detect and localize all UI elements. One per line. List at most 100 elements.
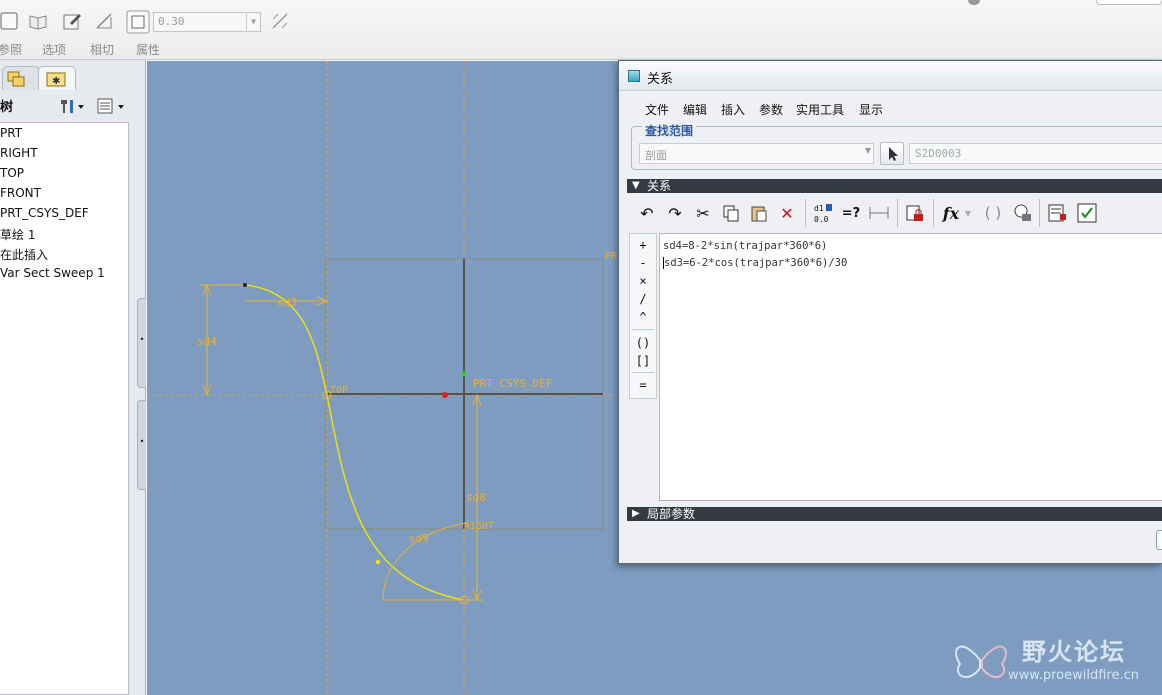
layers-icon (7, 71, 25, 87)
toolbar-separator (805, 199, 806, 227)
dialog-app-icon (628, 70, 640, 82)
label-csys: PRT_CSYS_DEF (473, 377, 552, 390)
collapse-triangle-icon: ▼ (632, 180, 640, 191)
status-dot-icon (968, 0, 980, 5)
relations-section-header[interactable]: ▼ 关系 (627, 179, 1162, 193)
corner-control[interactable] (1096, 0, 1162, 5)
relation-line-text: sd3=6-2*cos(trajpar*360*6)/30 (664, 257, 848, 269)
tree-item-right[interactable]: RIGHT (0, 146, 38, 160)
reference-icon[interactable] (0, 11, 20, 31)
copy-icon[interactable] (717, 197, 745, 229)
tree-item-var-sect-sweep[interactable]: Var Sect Sweep 1 (0, 266, 105, 280)
scope-type-select[interactable]: 剖面 ▼ (639, 143, 874, 164)
tab-model-tree[interactable] (2, 66, 40, 90)
expand-triangle-icon: ▶ (632, 508, 640, 519)
mid-point[interactable] (375, 559, 381, 565)
op-divide-button[interactable]: / (630, 292, 656, 306)
sort-relations-icon[interactable] (1043, 197, 1071, 229)
tab-properties[interactable]: 属性 (136, 41, 160, 58)
flip-icon[interactable] (270, 11, 290, 31)
model-tree-panel: ✱ 树 PRT RIGHT TOP FRONT PRT_CSYS_DEF 草绘 … (0, 60, 146, 695)
verify-icon[interactable] (1009, 197, 1037, 229)
relation-line[interactable]: sd3=6-2*cos(trajpar*360*6)/30 (663, 255, 1160, 272)
tree-item-front[interactable]: FRONT (0, 186, 41, 200)
splitter-handle-lower[interactable]: • (137, 400, 146, 490)
toolbar-separator (933, 199, 934, 227)
tree-item-top[interactable]: TOP (0, 166, 24, 180)
label-right: RIGHT (464, 521, 494, 532)
paste-icon[interactable] (745, 197, 773, 229)
op-power-button[interactable]: ^ (630, 310, 656, 324)
select-pointer-button[interactable] (880, 142, 904, 165)
dim-sd8[interactable]: sd8 (466, 491, 486, 504)
tab-options[interactable]: 选项 (42, 41, 66, 58)
chevron-down-icon[interactable]: ▼ (246, 13, 260, 31)
dim-sd4[interactable]: sd4 (197, 335, 217, 348)
cut-icon[interactable]: ✂ (689, 197, 717, 229)
svg-text:✱: ✱ (52, 76, 60, 87)
tree-item-insert-here[interactable]: 在此插入 (0, 246, 48, 263)
tab-favorites[interactable]: ✱ (38, 66, 76, 90)
trajectory-curve[interactable] (244, 284, 465, 601)
thickness-input[interactable]: 0.30 ▼ (153, 12, 261, 32)
switch-dims-icon[interactable]: d1 0.0 (809, 197, 837, 229)
scope-id-field[interactable]: S2D0003 (909, 143, 1162, 164)
op-plus-button[interactable]: + (630, 238, 656, 252)
local-params-section-header[interactable]: ▶ 局部参数 (627, 507, 1162, 521)
verify-checkbox-icon[interactable] (1073, 197, 1101, 229)
undo-icon[interactable]: ↶ (633, 197, 661, 229)
dim-sd3[interactable]: sd3 (277, 296, 297, 309)
menu-file[interactable]: 文件 (645, 101, 669, 118)
tangent-icon[interactable] (94, 11, 114, 31)
thicken-icon[interactable] (126, 10, 150, 34)
tree-settings-icon[interactable] (58, 97, 86, 119)
tree-columns-icon[interactable] (96, 97, 128, 119)
relations-dialog: 关系 文件 编辑 插入 参数 实用工具 显示 查找范围 剖面 ▼ S2D0003… (618, 60, 1162, 564)
dialog-title: 关系 (647, 72, 674, 87)
cursor-icon (889, 147, 898, 161)
chevron-down-icon[interactable]: ▼ (865, 146, 871, 155)
menu-parameters[interactable]: 参数 (759, 101, 783, 118)
book-icon[interactable] (28, 11, 48, 31)
scope-title: 查找范围 (642, 122, 697, 139)
op-parentheses-button[interactable]: () (630, 336, 656, 350)
op-multiply-button[interactable]: × (630, 274, 656, 288)
start-point[interactable] (243, 283, 247, 287)
edit-sketch-icon[interactable] (62, 11, 82, 31)
menu-utilities[interactable]: 实用工具 (796, 101, 844, 118)
evaluate-icon[interactable]: =? (837, 197, 865, 229)
relations-toolbar: ↶ ↷ ✂ ✕ d1 0.0 =? fx ▼ ( ) (629, 197, 1162, 231)
panel-title: 树 (0, 100, 14, 115)
lock-icon[interactable] (901, 197, 929, 229)
tree-item-csys[interactable]: PRT_CSYS_DEF (0, 206, 89, 220)
delete-icon[interactable]: ✕ (773, 197, 801, 229)
operator-palette: + - × / ^ () [] = (629, 233, 657, 399)
dim-sd9[interactable]: sd9 (409, 532, 429, 545)
local-params-label: 局部参数 (647, 507, 696, 521)
measure-icon[interactable] (865, 197, 893, 229)
tab-references[interactable]: 参照 (0, 41, 22, 58)
splitter-handle[interactable]: • (137, 298, 146, 388)
op-brackets-button[interactable]: [] (630, 354, 656, 368)
csys-y-point (461, 371, 467, 377)
redo-icon[interactable]: ↷ (661, 197, 689, 229)
parentheses-icon[interactable]: ( ) (979, 197, 1007, 229)
tree-item-prt[interactable]: PRT (0, 126, 22, 140)
tab-tangency[interactable]: 相切 (90, 41, 114, 58)
forum-watermark: 野火论坛 www.proewildfire.cn (950, 628, 1156, 690)
tree-item-sketch[interactable]: 草绘 1 (0, 226, 35, 243)
menu-edit[interactable]: 编辑 (683, 101, 707, 118)
relation-line[interactable]: sd4=8-2*sin(trajpar*360*6) (663, 238, 1160, 255)
dialog-titlebar[interactable]: 关系 (619, 61, 1162, 91)
op-equals-button[interactable]: = (630, 378, 656, 392)
chevron-down-icon[interactable]: ▼ (961, 197, 975, 229)
svg-text:d1: d1 (814, 204, 824, 213)
menu-display[interactable]: 显示 (859, 101, 883, 118)
csys-x-point (442, 392, 448, 398)
ribbon-toolbar: 0.30 ▼ 参照 选项 相切 属性 (0, 0, 1162, 60)
relations-editor[interactable]: sd4=8-2*sin(trajpar*360*6) sd3=6-2*cos(t… (659, 233, 1162, 501)
menu-insert[interactable]: 插入 (721, 101, 745, 118)
star-folder-icon: ✱ (46, 72, 66, 87)
op-minus-button[interactable]: - (630, 256, 656, 270)
ok-button[interactable] (1156, 530, 1162, 550)
